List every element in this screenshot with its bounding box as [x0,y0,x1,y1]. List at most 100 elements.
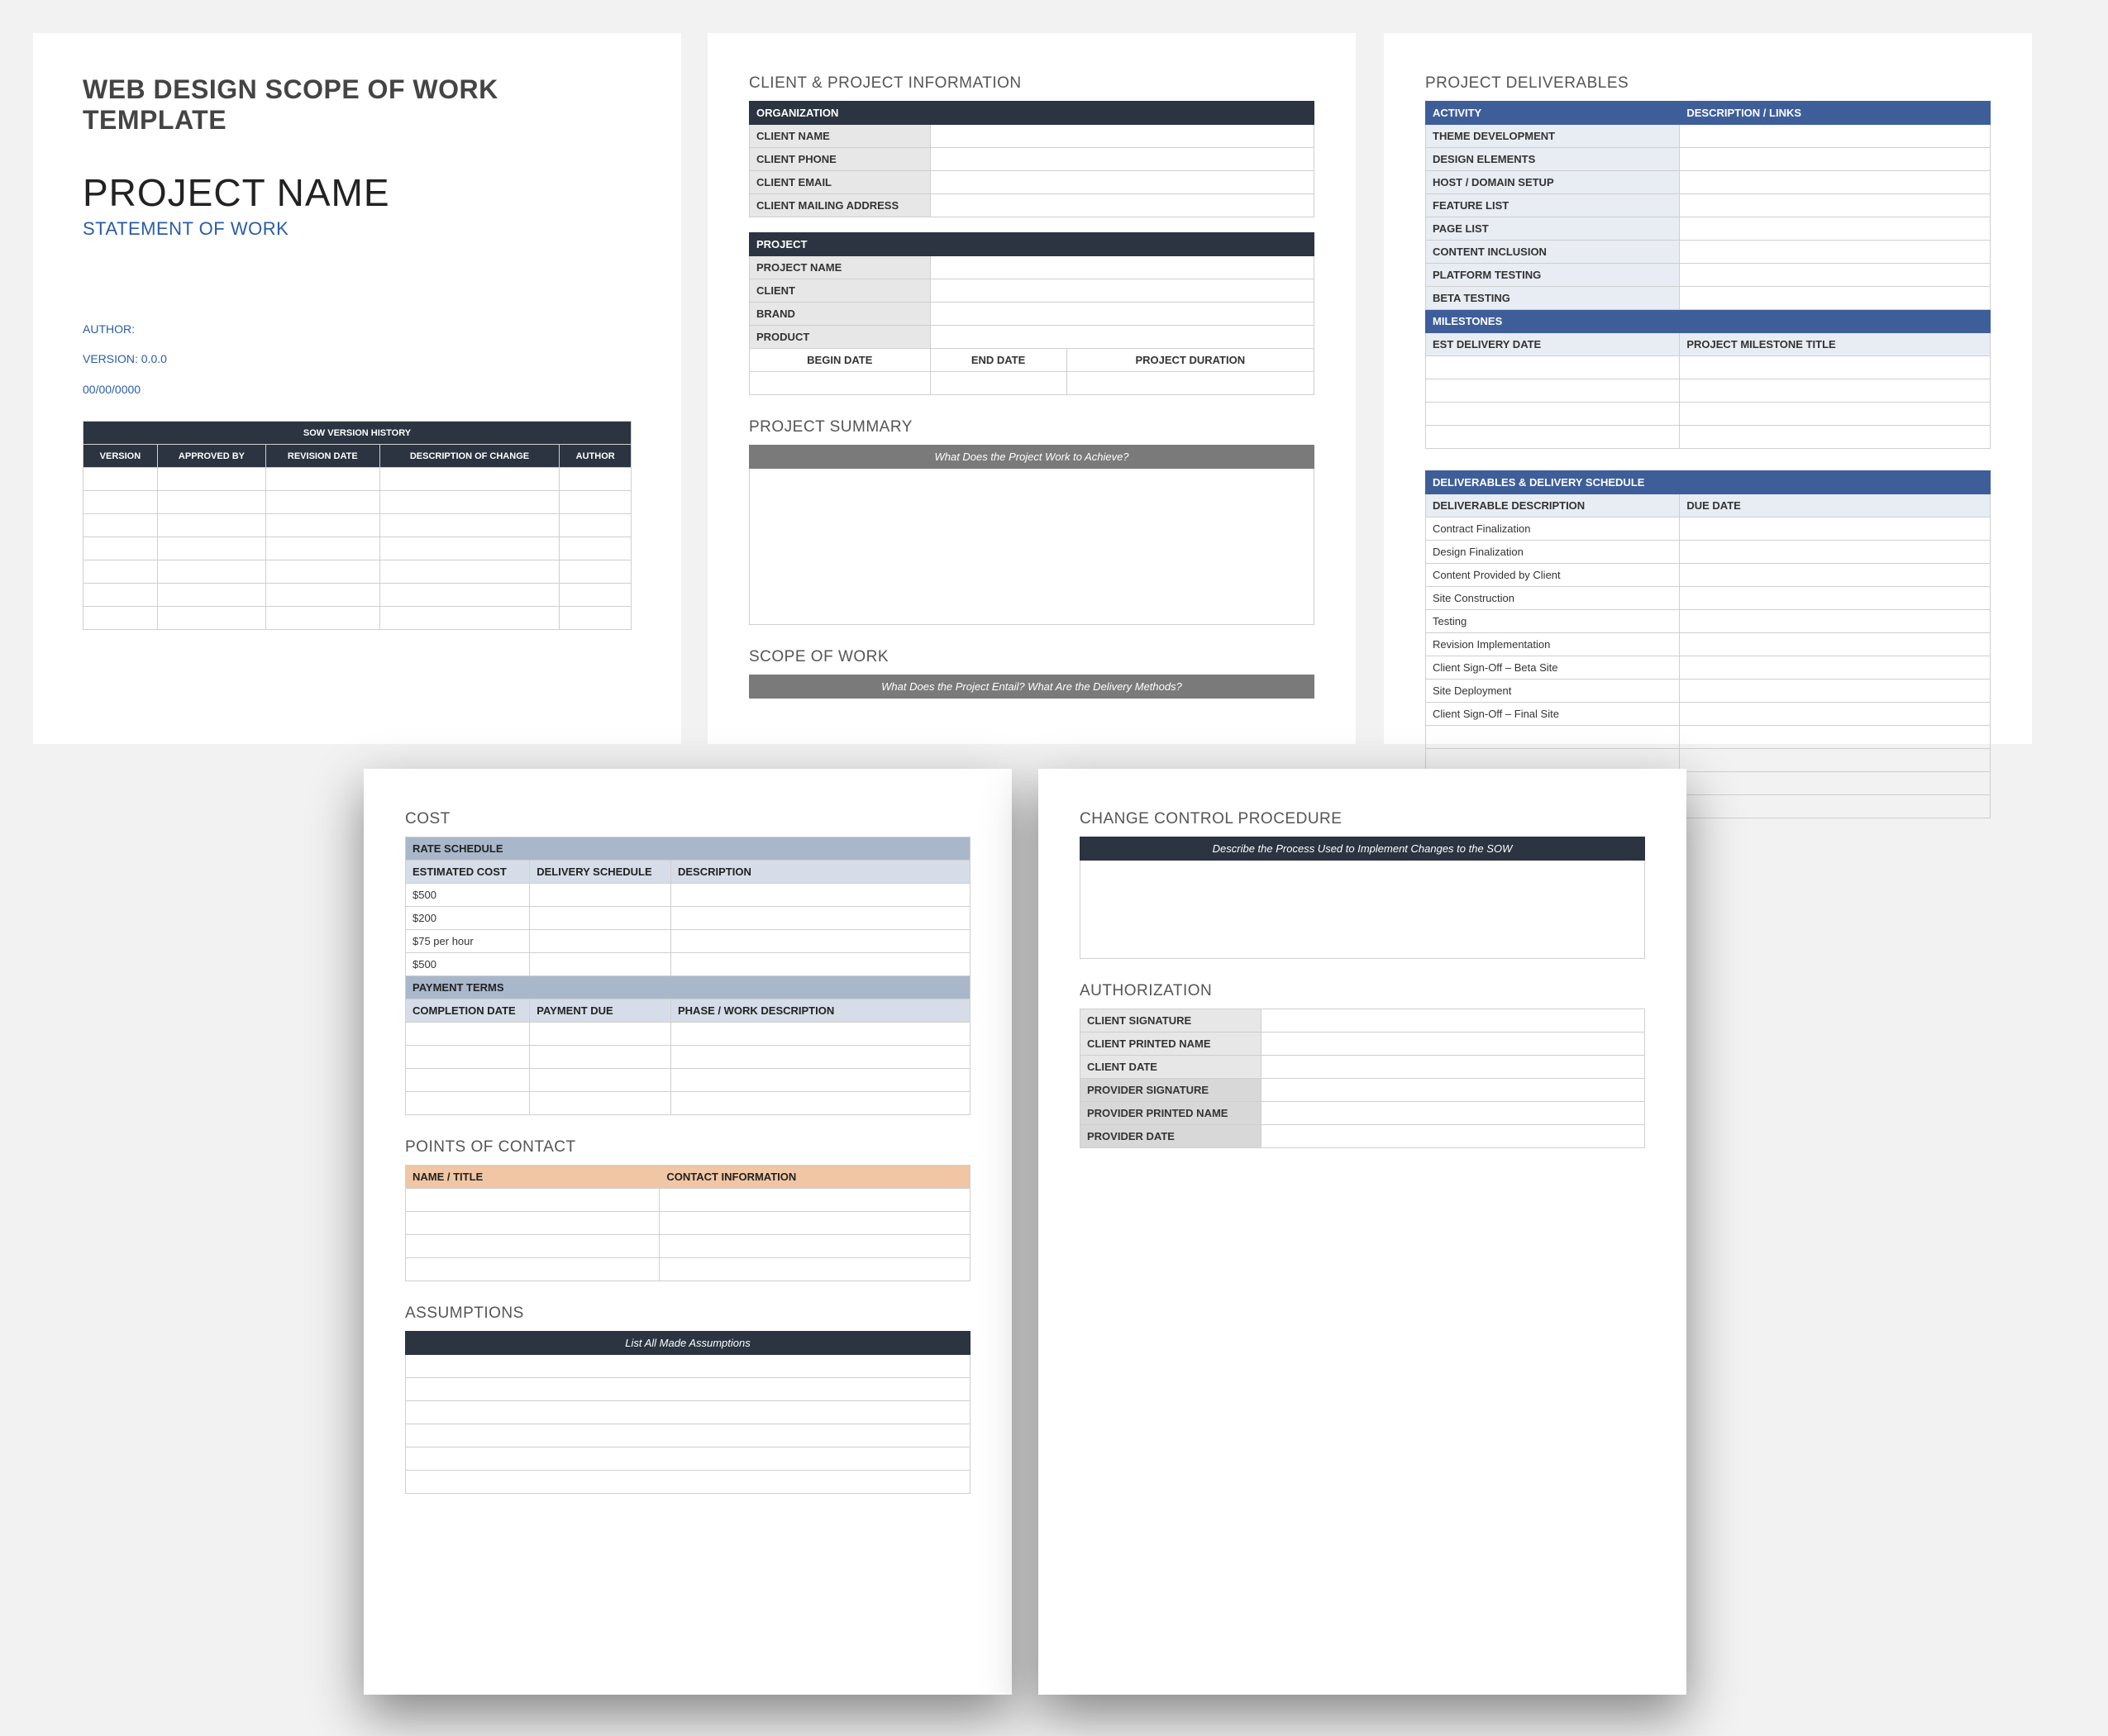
table-row[interactable] [406,1235,971,1258]
table-row[interactable]: Design Finalization [1426,541,1991,564]
authorization-title: AUTHORIZATION [1080,982,1645,1000]
table-row[interactable]: CLIENT EMAIL [750,171,1314,194]
table-row[interactable] [406,1092,971,1115]
deliverables-title: PROJECT DELIVERABLES [1425,74,1991,93]
table-row[interactable]: Site Deployment [1426,680,1991,703]
table-row[interactable]: Content Provided by Client [1426,564,1991,587]
table-row[interactable] [406,1471,971,1494]
scope-prompt: What Does the Project Entail? What Are t… [750,675,1314,699]
table-row[interactable]: Site Construction [1426,587,1991,610]
date-label: 00/00/0000 [83,374,632,404]
table-row[interactable]: CLIENT DATE [1080,1056,1645,1079]
col-contact: CONTACT INFORMATION [660,1166,971,1189]
table-row[interactable]: $500 [406,953,971,976]
table-row[interactable] [406,1258,971,1281]
table-row[interactable] [1426,356,1991,379]
col-activity: ACTIVITY [1426,102,1680,125]
table-row[interactable]: CLIENT PHONE [750,148,1314,171]
table-row[interactable] [406,1046,971,1069]
table-row[interactable]: DESIGN ELEMENTS [1426,148,1991,171]
table-row[interactable] [406,1069,971,1092]
table-row[interactable]: CONTENT INCLUSION [1426,241,1991,264]
table-row[interactable]: CLIENT NAME [750,125,1314,148]
table-row[interactable] [83,560,632,584]
cost-title: COST [405,810,971,828]
col-desc: DESCRIPTION / LINKS [1680,102,1991,125]
table-row[interactable] [406,1023,971,1046]
table-row[interactable]: PAGE LIST [1426,217,1991,241]
sow-history-title: SOW VERSION HISTORY [83,422,632,445]
client-project-title: CLIENT & PROJECT INFORMATION [749,74,1314,93]
table-row[interactable]: THEME DEVELOPMENT [1426,125,1991,148]
table-row[interactable] [406,1401,971,1424]
col-comp-date: COMPLETION DATE [406,999,530,1023]
table-row[interactable]: BRAND [750,303,1314,326]
ccp-input[interactable] [1080,861,1645,959]
scope-of-work-title: SCOPE OF WORK [749,648,1314,666]
page-1-cover: WEB DESIGN SCOPE OF WORK TEMPLATE PROJEC… [33,33,681,744]
schedule-header: DELIVERABLES & DELIVERY SCHEDULE [1426,471,1991,494]
table-row[interactable] [83,491,632,514]
table-row[interactable]: PROVIDER PRINTED NAME [1080,1102,1645,1125]
table-row[interactable]: CLIENT [750,279,1314,303]
table-row[interactable]: Revision Implementation [1426,633,1991,656]
meta-block: AUTHOR: VERSION: 0.0.0 00/00/0000 [83,314,632,404]
table-row[interactable] [406,1378,971,1401]
author-label: AUTHOR: [83,314,632,344]
table-row[interactable] [1426,403,1991,426]
table-row[interactable] [83,468,632,491]
table-row[interactable]: CLIENT MAILING ADDRESS [750,194,1314,217]
table-row[interactable] [1426,379,1991,403]
table-row[interactable]: Client Sign-Off – Final Site [1426,703,1991,726]
table-row[interactable]: HOST / DOMAIN SETUP [1426,171,1991,194]
table-row[interactable]: PRODUCT [750,326,1314,349]
summary-input[interactable] [750,469,1314,625]
delivery-schedule-table: DELIVERABLES & DELIVERY SCHEDULE DELIVER… [1425,470,1991,818]
page-2-client-project: CLIENT & PROJECT INFORMATION ORGANIZATIO… [708,33,1356,744]
col-begin: BEGIN DATE [750,349,931,372]
col-desc: DESCRIPTION OF CHANGE [379,445,560,468]
sow-version-history-table: SOW VERSION HISTORY VERSION APPROVED BY … [83,421,632,630]
table-row[interactable]: PROVIDER SIGNATURE [1080,1079,1645,1102]
table-row[interactable] [1426,726,1991,749]
table-row[interactable]: CLIENT SIGNATURE [1080,1009,1645,1033]
table-row[interactable] [83,607,632,630]
statement-of-work: STATEMENT OF WORK [83,218,632,240]
project-header: PROJECT [750,233,1314,256]
table-row[interactable]: PROJECT NAME [750,256,1314,279]
project-summary-title: PROJECT SUMMARY [749,418,1314,436]
table-row[interactable] [83,514,632,537]
table-row[interactable]: PROVIDER DATE [1080,1125,1645,1148]
col-end: END DATE [930,349,1066,372]
table-row[interactable] [406,1212,971,1235]
col-approved: APPROVED BY [157,445,265,468]
table-row[interactable]: $75 per hour [406,930,971,953]
table-row[interactable]: BETA TESTING [1426,287,1991,310]
col-deliv-desc: DELIVERABLE DESCRIPTION [1426,494,1680,517]
table-row[interactable] [406,1355,971,1378]
table-row[interactable]: $500 [406,884,971,907]
table-row[interactable]: PLATFORM TESTING [1426,264,1991,287]
table-row[interactable] [406,1424,971,1447]
table-row[interactable]: CLIENT PRINTED NAME [1080,1033,1645,1056]
table-row[interactable]: Testing [1426,610,1991,633]
table-row[interactable]: Client Sign-Off – Beta Site [1426,656,1991,680]
col-est-date: EST DELIVERY DATE [1426,333,1680,356]
table-row[interactable] [83,584,632,607]
rate-header: RATE SCHEDULE [406,837,971,861]
org-header: ORGANIZATION [750,102,1314,125]
page-5-change-auth: CHANGE CONTROL PROCEDURE Describe the Pr… [1038,769,1686,1695]
table-row[interactable]: Contract Finalization [1426,517,1991,541]
assumptions-table: List All Made Assumptions [405,1331,971,1494]
table-row[interactable]: FEATURE LIST [1426,194,1991,217]
table-row[interactable] [83,537,632,560]
scope-of-work-box: What Does the Project Entail? What Are t… [749,675,1314,699]
table-row[interactable] [1426,426,1991,449]
poc-table: NAME / TITLE CONTACT INFORMATION [405,1165,971,1281]
table-row[interactable]: $200 [406,907,971,930]
col-ms-title: PROJECT MILESTONE TITLE [1680,333,1991,356]
table-row[interactable] [750,372,1314,395]
assumptions-prompt: List All Made Assumptions [406,1332,971,1355]
table-row[interactable] [406,1189,971,1212]
table-row[interactable] [406,1447,971,1471]
